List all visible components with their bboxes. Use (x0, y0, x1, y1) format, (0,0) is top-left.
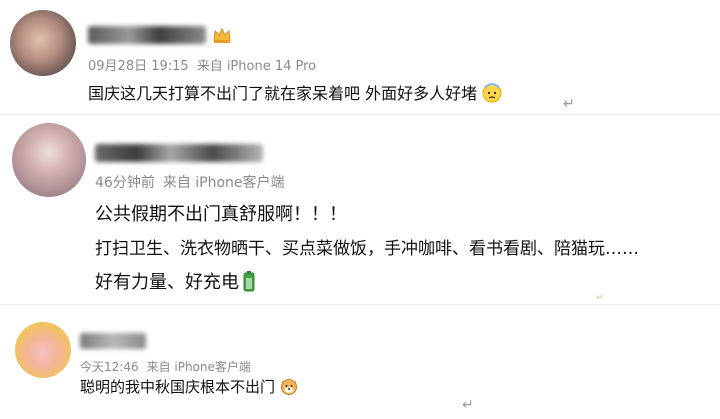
username-blurred[interactable] (80, 333, 146, 349)
comment-line: 打扫卫生、洗衣物晒干、买点菜做饭，手冲咖啡、看书看剧、陪猫玩…… (95, 239, 639, 259)
comment-item: 今天12:46 来自 iPhone客户端 聪明的我中秋国庆根本不出门 ↵ (0, 305, 720, 419)
return-icon: ↵ (596, 293, 604, 303)
comment-item: 46分钟前 来自 iPhone客户端 公共假期不出门真舒服啊！！！ 打扫卫生、洗衣… (0, 115, 720, 305)
comment-feed: { "comments": [ { "time": "09月28日 19:15"… (0, 0, 720, 419)
return-icon: ↵ (563, 96, 575, 112)
comment-meta: 09月28日 19:15 来自 iPhone 14 Pro (88, 55, 316, 74)
comment-source: 来自 iPhone 14 Pro (196, 59, 317, 74)
comment-line: 公共假期不出门真舒服啊！！！ (95, 204, 347, 225)
comment-source: 来自 iPhone客户端 (146, 360, 251, 374)
comment-time: 09月28日 19:15 (88, 59, 189, 74)
comment-line: 好有力量、好充电 (95, 272, 239, 293)
shiba-dog-emoji-icon (279, 376, 299, 400)
avatar[interactable] (12, 123, 86, 197)
comment-line: 国庆这几天打算不出门了就在家呆着吧 外面好多人好堵 (88, 84, 478, 103)
username-blurred[interactable] (95, 144, 263, 162)
avatar[interactable] (10, 10, 76, 76)
comment-time: 今天12:46 (80, 360, 139, 374)
comment-line: 聪明的我中秋国庆根本不出门 (80, 378, 276, 396)
comment-source: 来自 iPhone客户端 (162, 175, 285, 191)
comment-text: 好有力量、好充电 (95, 268, 255, 297)
username-blurred[interactable] (88, 26, 206, 44)
crown-badge-icon (212, 26, 232, 48)
return-icon: ↵ (462, 397, 474, 413)
comment-item: 09月28日 19:15 来自 iPhone 14 Pro 国庆这几天打算不出门了… (0, 0, 720, 115)
comment-text: 国庆这几天打算不出门了就在家呆着吧 外面好多人好堵 (88, 80, 503, 107)
avatar[interactable] (15, 322, 71, 378)
comment-text: 聪明的我中秋国庆根本不出门 (80, 376, 299, 400)
comment-time: 46分钟前 (95, 175, 155, 191)
comment-meta: 46分钟前 来自 iPhone客户端 (95, 172, 285, 192)
battery-emoji-icon (243, 270, 255, 297)
comment-meta: 今天12:46 来自 iPhone客户端 (80, 358, 251, 375)
cold-sweat-emoji-icon (481, 81, 503, 107)
